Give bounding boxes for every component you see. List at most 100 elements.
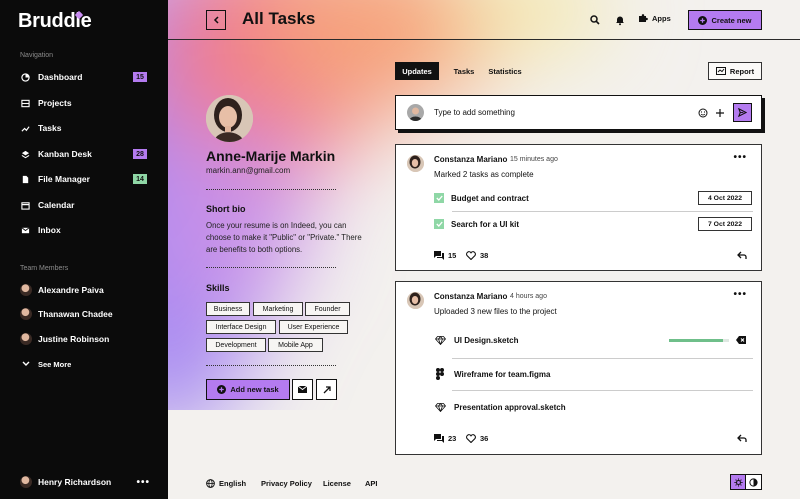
avatar bbox=[20, 284, 32, 296]
send-button[interactable] bbox=[733, 103, 752, 122]
bell-icon[interactable] bbox=[614, 14, 626, 26]
open-external-button[interactable] bbox=[316, 379, 337, 400]
like-button[interactable]: 36 bbox=[466, 434, 488, 443]
tab-statistics[interactable]: Statistics bbox=[486, 62, 524, 80]
more-icon[interactable]: ••• bbox=[733, 289, 747, 300]
author-name[interactable]: Constanza Mariano bbox=[434, 292, 507, 301]
reply-icon[interactable] bbox=[737, 434, 747, 443]
see-more-button[interactable]: See More bbox=[20, 356, 71, 372]
team-member[interactable]: Thanawan Chadee bbox=[20, 306, 113, 322]
activity-message: Marked 2 tasks as complete bbox=[434, 170, 534, 179]
like-button[interactable]: 38 bbox=[466, 251, 488, 260]
avatar bbox=[20, 308, 32, 320]
add-new-task-label: Add new task bbox=[230, 385, 279, 394]
emoji-icon[interactable] bbox=[698, 108, 708, 118]
apps-button[interactable]: Apps bbox=[638, 13, 671, 23]
comments-button[interactable]: 23 bbox=[434, 434, 456, 443]
sidebar-item-calendar[interactable]: Calendar bbox=[20, 196, 150, 214]
team-member[interactable]: Justine Robinson bbox=[20, 331, 109, 347]
plus-icon[interactable] bbox=[715, 108, 725, 118]
bio-text: Once your resume is on Indeed, you can c… bbox=[206, 221, 362, 254]
file-name: UI Design.sketch bbox=[454, 335, 519, 345]
api-link[interactable]: API bbox=[365, 479, 378, 488]
author-name[interactable]: Constanza Mariano bbox=[434, 155, 507, 164]
chevron-down-icon bbox=[20, 361, 32, 367]
reply-icon[interactable] bbox=[737, 251, 747, 260]
file-icon bbox=[20, 174, 30, 184]
file-name: Presentation approval.sketch bbox=[454, 402, 566, 412]
language-selector[interactable]: English bbox=[206, 479, 246, 488]
count-badge: 14 bbox=[133, 174, 147, 184]
member-name: Justine Robinson bbox=[38, 334, 110, 344]
sidebar-item-projects[interactable]: Projects bbox=[20, 94, 150, 112]
privacy-policy-link[interactable]: Privacy Policy bbox=[261, 479, 312, 488]
check-icon[interactable] bbox=[434, 219, 444, 229]
activity-card: Constanza Mariano 15 minutes ago ••• Mar… bbox=[395, 144, 762, 271]
comment-icon bbox=[434, 251, 444, 260]
composer-input[interactable]: Type to add something bbox=[434, 108, 515, 117]
license-link[interactable]: License bbox=[323, 479, 351, 488]
sidebar-item-label: Projects bbox=[38, 98, 72, 108]
add-new-task-button[interactable]: Add new task bbox=[206, 379, 290, 400]
projects-icon bbox=[20, 98, 30, 108]
task-title: Budget and contract bbox=[451, 193, 529, 203]
more-icon[interactable]: ••• bbox=[733, 152, 747, 163]
sidebar-item-label: Tasks bbox=[38, 123, 62, 133]
skill-tag[interactable]: Business bbox=[206, 302, 250, 316]
comment-icon bbox=[434, 434, 444, 443]
skill-tag[interactable]: Mobile App bbox=[268, 338, 323, 352]
like-count: 36 bbox=[480, 434, 489, 443]
language-label: English bbox=[219, 479, 247, 488]
file-item[interactable]: Wireframe for team.figma bbox=[434, 363, 752, 385]
light-mode-icon[interactable] bbox=[731, 475, 747, 489]
task-item[interactable]: Search for a UI kit 7 Oct 2022 bbox=[434, 213, 752, 235]
calendar-icon bbox=[20, 200, 30, 210]
nav-heading: Navigation bbox=[20, 52, 54, 59]
tab-tasks[interactable]: Tasks bbox=[449, 62, 479, 80]
tab-updates[interactable]: Updates bbox=[395, 62, 439, 80]
timestamp: 4 hours ago bbox=[510, 293, 547, 300]
avatar bbox=[20, 476, 32, 488]
dark-mode-icon[interactable] bbox=[746, 475, 761, 489]
see-more-label: See More bbox=[38, 359, 72, 369]
divider bbox=[452, 390, 753, 391]
divider bbox=[452, 211, 753, 212]
comments-button[interactable]: 15 bbox=[434, 251, 456, 260]
theme-toggle[interactable] bbox=[730, 474, 762, 490]
file-item[interactable]: Presentation approval.sketch bbox=[434, 396, 752, 418]
sketch-icon bbox=[434, 402, 446, 412]
dashboard-icon bbox=[20, 72, 30, 82]
sidebar-item-file-manager[interactable]: File Manager 14 bbox=[20, 170, 150, 188]
back-button[interactable] bbox=[206, 10, 226, 30]
sidebar-item-inbox[interactable]: Inbox bbox=[20, 221, 150, 239]
sidebar-item-tasks[interactable]: Tasks bbox=[20, 119, 150, 137]
task-item[interactable]: Budget and contract 4 Oct 2022 bbox=[434, 187, 752, 209]
sidebar-item-kanban-desk[interactable]: Kanban Desk 28 bbox=[20, 145, 150, 163]
report-button[interactable]: Report bbox=[708, 62, 762, 80]
current-user[interactable]: Henry Richardson ••• bbox=[20, 476, 150, 488]
profile-name: Anne-Marije Markin bbox=[206, 148, 336, 164]
profile-email[interactable]: markin.ann@gmail.com bbox=[206, 166, 290, 175]
page-title: All Tasks bbox=[242, 9, 316, 28]
skill-tag[interactable]: Development bbox=[206, 338, 266, 352]
sidebar-item-dashboard[interactable]: Dashboard 15 bbox=[20, 68, 150, 86]
skill-tag[interactable]: User Experience bbox=[279, 320, 348, 334]
count-badge: 28 bbox=[133, 149, 147, 159]
skill-tag[interactable]: Marketing bbox=[253, 302, 303, 316]
team-heading: Team Members bbox=[20, 265, 69, 272]
layers-icon bbox=[20, 149, 30, 159]
skill-tag[interactable]: Founder bbox=[305, 302, 350, 316]
sidebar-item-label: Kanban Desk bbox=[38, 149, 92, 159]
create-new-button[interactable]: Create new bbox=[688, 10, 762, 30]
more-icon[interactable]: ••• bbox=[136, 477, 150, 488]
check-icon[interactable] bbox=[434, 193, 444, 203]
member-name: Alexandre Paiva bbox=[38, 285, 104, 295]
team-member[interactable]: Alexandre Paiva bbox=[20, 282, 104, 298]
mail-button[interactable] bbox=[292, 379, 313, 400]
report-icon bbox=[715, 67, 726, 75]
cancel-upload-icon[interactable] bbox=[736, 336, 746, 344]
sidebar-item-label: Dashboard bbox=[38, 72, 83, 82]
search-icon[interactable] bbox=[589, 14, 601, 26]
skill-tag[interactable]: Interface Design bbox=[206, 320, 276, 334]
file-item[interactable]: UI Design.sketch bbox=[434, 329, 752, 351]
